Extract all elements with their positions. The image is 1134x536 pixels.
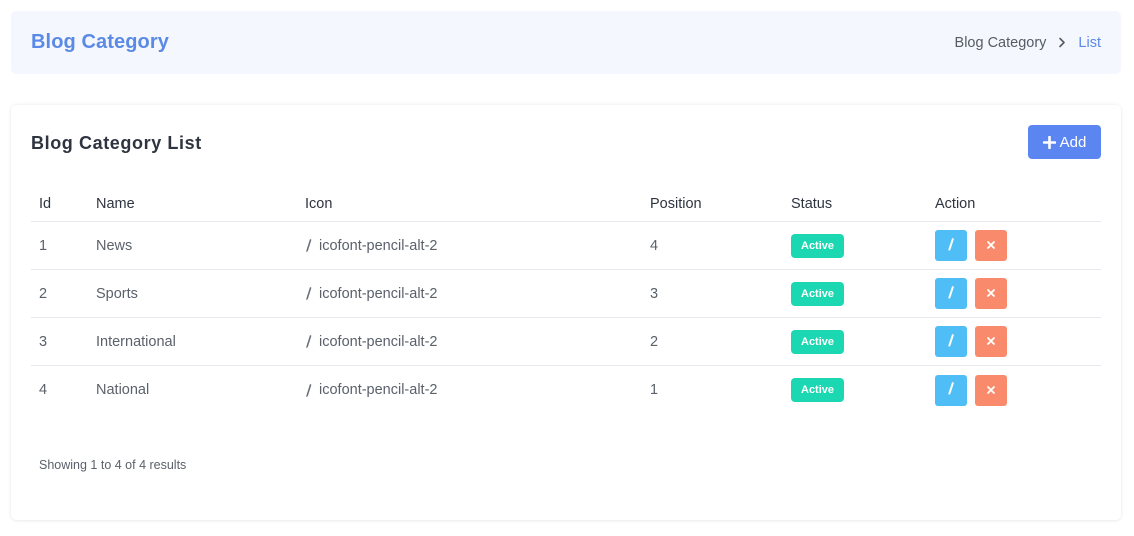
results-info: Showing 1 to 4 of 4 results <box>39 458 187 472</box>
cell-name: Sports <box>96 285 138 302</box>
column-header-position: Position <box>650 195 702 212</box>
edit-button[interactable] <box>935 278 967 309</box>
delete-button[interactable] <box>975 278 1007 309</box>
cell-icon: icofont-pencil-alt-2 <box>305 286 650 302</box>
status-badge: Active <box>791 329 845 354</box>
status-badge: Active <box>791 281 845 306</box>
pencil-icon <box>305 335 313 348</box>
cell-id: 4 <box>39 382 48 398</box>
pencil-icon <box>947 333 955 350</box>
page: Blog Category Blog Category List Blog Ca… <box>0 0 1134 536</box>
cell-icon: icofont-pencil-alt-2 <box>305 382 650 398</box>
pencil-icon <box>947 285 955 302</box>
add-button[interactable]: Add <box>1028 125 1101 159</box>
cell-name: National <box>96 382 150 398</box>
category-table: Id Name Icon Position Status Action 1 Ne… <box>31 186 1101 414</box>
cell-icon-class: icofont-pencil-alt-2 <box>319 285 438 302</box>
cell-icon: icofont-pencil-alt-2 <box>305 238 650 254</box>
breadcrumb-link-blog-category[interactable]: Blog Category <box>955 35 1047 51</box>
cell-icon-class: icofont-pencil-alt-2 <box>319 237 438 254</box>
column-header-id: Id <box>39 195 52 212</box>
delete-button[interactable] <box>975 374 1007 406</box>
column-header-action: Action <box>935 195 976 212</box>
status-badge: Active <box>791 378 845 402</box>
close-icon <box>986 238 996 253</box>
table-header: Id Name Icon Position Status Action <box>31 186 1101 222</box>
close-icon <box>986 286 996 301</box>
cell-icon-class: icofont-pencil-alt-2 <box>319 333 438 350</box>
pencil-icon <box>305 239 313 252</box>
cell-position: 1 <box>650 382 659 398</box>
page-title: Blog Category <box>31 31 169 53</box>
pencil-icon <box>305 287 313 300</box>
cell-id: 1 <box>39 237 48 254</box>
table-row: 4 National icofont-pencil-alt-2 1 Active <box>31 366 1101 414</box>
cell-id: 2 <box>39 285 48 302</box>
cell-position: 3 <box>650 285 659 302</box>
table-row: 3 International icofont-pencil-alt-2 2 A… <box>31 318 1101 366</box>
column-header-icon: Icon <box>305 195 333 212</box>
breadcrumb-current: List <box>1078 34 1101 51</box>
status-badge: Active <box>791 233 845 258</box>
chevron-right-icon <box>1046 37 1078 48</box>
plus-icon <box>1042 135 1056 149</box>
close-icon <box>986 334 996 349</box>
add-button-label: Add <box>1059 133 1087 151</box>
cell-action <box>935 374 1101 406</box>
pencil-icon <box>947 382 955 398</box>
edit-button[interactable] <box>935 230 967 261</box>
cell-status: Active <box>791 329 935 354</box>
table-row: 1 News icofont-pencil-alt-2 4 Active <box>31 222 1101 270</box>
column-header-status: Status <box>791 195 833 212</box>
cell-action <box>935 278 1101 309</box>
blog-category-card: Blog Category List Add Id Name Icon Posi… <box>11 105 1121 520</box>
delete-button[interactable] <box>975 326 1007 357</box>
edit-button[interactable] <box>935 374 967 406</box>
header-bar: Blog Category Blog Category List <box>11 11 1121 74</box>
column-header-name: Name <box>96 195 135 212</box>
cell-id: 3 <box>39 333 48 350</box>
breadcrumb: Blog Category List <box>955 35 1101 51</box>
cell-position: 2 <box>650 333 659 350</box>
cell-icon: icofont-pencil-alt-2 <box>305 334 650 350</box>
pencil-icon <box>305 383 313 397</box>
cell-status: Active <box>791 233 935 258</box>
cell-icon-class: icofont-pencil-alt-2 <box>319 382 438 398</box>
card-title: Blog Category List <box>31 133 202 153</box>
pencil-icon <box>947 237 955 254</box>
cell-name: International <box>96 333 176 350</box>
close-icon <box>986 383 996 398</box>
cell-position: 4 <box>650 237 659 254</box>
cell-status: Active <box>791 378 935 402</box>
cell-status: Active <box>791 281 935 306</box>
cell-action <box>935 230 1101 261</box>
edit-button[interactable] <box>935 326 967 357</box>
delete-button[interactable] <box>975 230 1007 261</box>
cell-action <box>935 326 1101 357</box>
cell-name: News <box>96 237 133 254</box>
table-row: 2 Sports icofont-pencil-alt-2 3 Active <box>31 270 1101 318</box>
